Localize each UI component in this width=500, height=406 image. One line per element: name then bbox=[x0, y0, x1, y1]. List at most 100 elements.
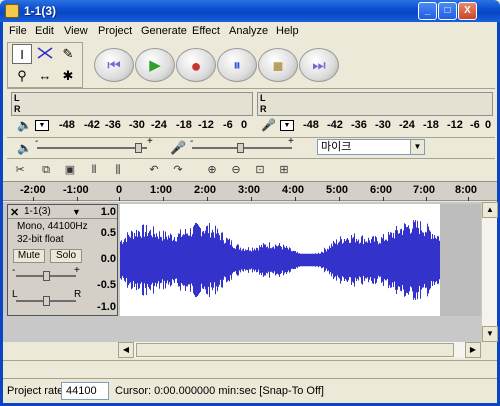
microphone-icon: 🎤 bbox=[261, 118, 276, 132]
ruler-label: -2:00 bbox=[20, 184, 46, 196]
meter-tick: 0 bbox=[241, 119, 248, 131]
chevron-down-icon[interactable]: ▼ bbox=[410, 140, 424, 154]
pan-left-label: L bbox=[12, 289, 18, 300]
timeline-ruler[interactable]: -2:00 -1:00 0 1:00 2:00 3:00 4:00 5:00 6… bbox=[3, 181, 497, 201]
trim-icon[interactable]: ⫴ bbox=[85, 162, 103, 178]
project-rate-field[interactable]: 44100 bbox=[61, 382, 109, 400]
horizontal-scrollbar[interactable]: ◀ ▶ bbox=[118, 342, 481, 358]
output-volume-max-label: + bbox=[147, 136, 153, 147]
play-button[interactable]: ▶ bbox=[135, 48, 175, 82]
scroll-right-icon[interactable]: ▶ bbox=[465, 342, 481, 358]
amplitude-label: -1.0 bbox=[97, 301, 116, 313]
waveform-svg bbox=[120, 220, 440, 300]
pause-icon: ⏸ bbox=[233, 57, 241, 74]
menu-analyze[interactable]: Analyze bbox=[229, 25, 268, 37]
meter-tick: -24 bbox=[151, 119, 167, 131]
pan-thumb[interactable] bbox=[43, 296, 50, 306]
mute-button[interactable]: Mute bbox=[13, 249, 45, 263]
waveform-display[interactable] bbox=[120, 204, 440, 316]
track-name[interactable]: 1-1(3) bbox=[24, 206, 51, 217]
close-button[interactable]: X bbox=[458, 2, 477, 20]
status-bar: Project rate: 44100 Cursor: 0:00.000000 … bbox=[3, 378, 497, 403]
meter-right-label: R bbox=[260, 104, 267, 114]
input-meter[interactable]: L R bbox=[257, 92, 493, 116]
title-bar: 1-1(3) _ □ X bbox=[0, 0, 500, 22]
menu-edit[interactable]: Edit bbox=[35, 25, 54, 37]
input-volume-min-label: - bbox=[190, 136, 194, 147]
zoom-out-icon[interactable]: ⊖ bbox=[227, 162, 245, 178]
ruler-tick bbox=[383, 197, 384, 201]
envelope-tool-icon[interactable] bbox=[35, 44, 55, 64]
post-audio-area[interactable] bbox=[440, 204, 481, 316]
pause-button[interactable]: ⏸ bbox=[217, 48, 257, 82]
track-bitdepth: 32-bit float bbox=[17, 234, 64, 245]
multi-tool-icon[interactable]: ✱ bbox=[58, 66, 78, 86]
meter-tick: -36 bbox=[105, 119, 121, 131]
solo-button[interactable]: Solo bbox=[50, 249, 82, 263]
vertical-scrollbar[interactable]: ▲ ▼ bbox=[481, 202, 498, 342]
silence-icon[interactable]: ⫼ bbox=[109, 162, 127, 178]
menu-project[interactable]: Project bbox=[98, 25, 132, 37]
zoom-in-icon[interactable]: ⊕ bbox=[203, 162, 221, 178]
copy-icon[interactable]: ⧉ bbox=[37, 162, 55, 178]
ruler-tick bbox=[339, 197, 340, 201]
meter-tick: -30 bbox=[129, 119, 145, 131]
output-meter[interactable]: L R bbox=[11, 92, 253, 116]
ruler-tick bbox=[77, 197, 78, 201]
amplitude-label: 0.5 bbox=[100, 227, 116, 239]
track-close-icon[interactable]: ✕ bbox=[10, 206, 19, 219]
skip-to-end-button[interactable]: ⏭ bbox=[299, 48, 339, 82]
input-source-select[interactable]: 마이크 ▼ bbox=[317, 139, 425, 155]
track-area: ✕ 1-1(3) ▼ Mono, 44100Hz 32-bit float Mu… bbox=[3, 202, 481, 342]
zoom-tool-icon[interactable]: ⚲ bbox=[12, 66, 32, 86]
fit-selection-icon[interactable]: ⊡ bbox=[251, 162, 269, 178]
ruler-label: 3:00 bbox=[238, 184, 261, 196]
horizontal-scroll-thumb[interactable] bbox=[136, 343, 454, 357]
draw-tool-icon[interactable]: ✎ bbox=[58, 44, 78, 64]
meter-tick: -24 bbox=[399, 119, 415, 131]
fit-project-icon[interactable]: ⊞ bbox=[275, 162, 293, 178]
ruler-tick bbox=[33, 197, 34, 201]
gain-thumb[interactable] bbox=[43, 271, 50, 281]
undo-icon[interactable]: ↶ bbox=[145, 162, 163, 178]
input-volume-icon: 🎤 bbox=[170, 140, 187, 155]
menu-generate[interactable]: Generate bbox=[141, 25, 187, 37]
output-volume-thumb[interactable] bbox=[135, 143, 142, 153]
timeshift-tool-icon[interactable]: ↔ bbox=[35, 66, 55, 86]
input-volume-thumb[interactable] bbox=[237, 143, 244, 153]
play-icon: ▶ bbox=[149, 57, 161, 74]
scroll-down-icon[interactable]: ▼ bbox=[482, 326, 498, 342]
ruler-tick bbox=[295, 197, 296, 201]
pan-right-label: R bbox=[74, 289, 82, 300]
ruler-label: 6:00 bbox=[370, 184, 393, 196]
stop-button[interactable]: ■ bbox=[258, 48, 298, 82]
scroll-up-icon[interactable]: ▲ bbox=[482, 202, 498, 218]
amplitude-scale: 1.0 0.5 0.0 -0.5 -1.0 bbox=[93, 204, 119, 316]
input-volume-max-label: + bbox=[288, 136, 294, 147]
record-button[interactable]: ● bbox=[176, 48, 216, 82]
menu-help[interactable]: Help bbox=[276, 25, 299, 37]
output-meter-dropdown[interactable]: ▼ bbox=[35, 120, 49, 131]
menu-view[interactable]: View bbox=[64, 25, 88, 37]
meter-toolbar: L R L R 🔈 ▼ -48 -42 -36 -30 -24 -18 -12 … bbox=[7, 88, 495, 136]
ruler-label: -1:00 bbox=[63, 184, 89, 196]
maximize-button[interactable]: □ bbox=[438, 2, 457, 20]
menu-file[interactable]: File bbox=[9, 25, 27, 37]
meter-tick: -30 bbox=[375, 119, 391, 131]
track-menu-chevron-icon[interactable]: ▼ bbox=[72, 207, 81, 217]
window-title: 1-1(3) bbox=[24, 4, 57, 18]
output-volume-slider[interactable] bbox=[37, 147, 147, 149]
skip-to-start-button[interactable]: ⏮ bbox=[94, 48, 134, 82]
menu-effect[interactable]: Effect bbox=[192, 25, 220, 37]
cut-icon[interactable]: ✂ bbox=[11, 162, 29, 178]
selection-tool-icon[interactable]: I bbox=[12, 44, 32, 64]
record-icon: ● bbox=[190, 56, 202, 76]
input-meter-dropdown[interactable]: ▼ bbox=[280, 120, 294, 131]
amplitude-label: 1.0 bbox=[100, 206, 116, 218]
paste-icon[interactable]: ▣ bbox=[61, 162, 79, 178]
meter-left-label: L bbox=[14, 93, 20, 103]
minimize-button[interactable]: _ bbox=[418, 2, 437, 20]
ruler-label: 0 bbox=[116, 184, 123, 196]
redo-icon[interactable]: ↷ bbox=[169, 162, 187, 178]
scroll-left-icon[interactable]: ◀ bbox=[118, 342, 134, 358]
